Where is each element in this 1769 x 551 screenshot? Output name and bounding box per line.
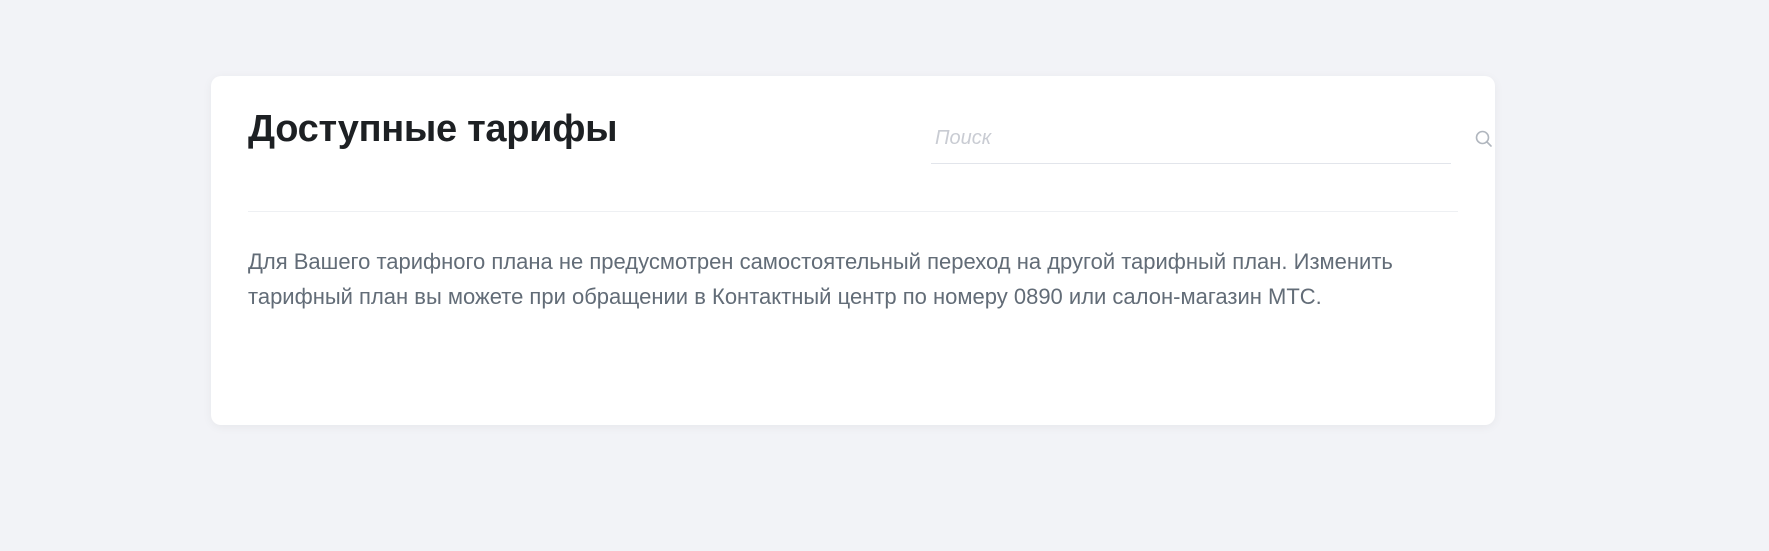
tariff-change-notice: Для Вашего тарифного плана не предусмотр… <box>248 249 1393 309</box>
page-title: Доступные тарифы <box>248 108 618 150</box>
search-box <box>931 114 1497 164</box>
search-input[interactable] <box>931 114 1451 164</box>
card-header: Доступные тарифы <box>248 76 1492 212</box>
search-icon[interactable] <box>1474 129 1494 149</box>
tariffs-card: Доступные тарифы Для Вашего тарифного пл… <box>211 76 1495 425</box>
